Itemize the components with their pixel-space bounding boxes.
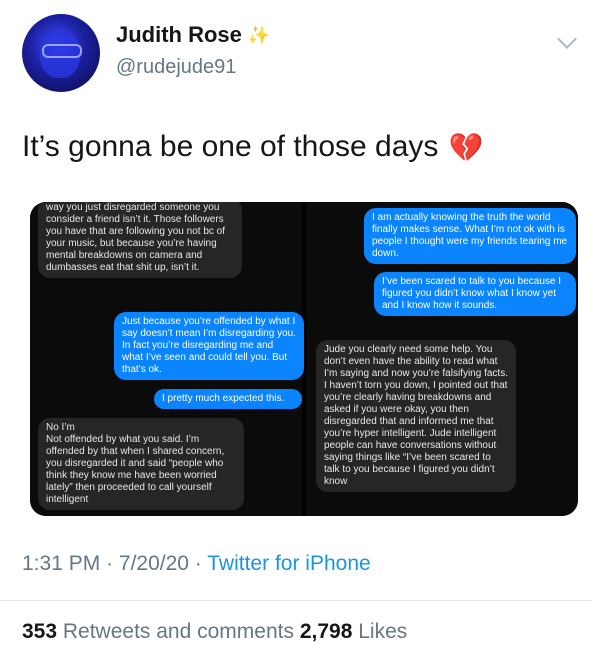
display-name[interactable]: Judith Rose (116, 22, 242, 48)
broken-heart-icon: 💔 (448, 131, 484, 163)
message-received: Jude you clearly need some help. You don… (316, 340, 516, 492)
likes-count[interactable]: 2,798 (300, 620, 353, 643)
message-sent: Just because you’re offended by what I s… (114, 312, 304, 380)
tweet-stats: 353 Retweets and comments 2,798 Likes (22, 620, 407, 644)
avatar-glasses (42, 44, 82, 58)
chevron-down-icon[interactable] (557, 29, 577, 49)
meta-separator: · (100, 552, 119, 575)
message-received: way you just disregarded someone you con… (38, 202, 242, 278)
tweet-source-link[interactable]: Twitter for iPhone (207, 552, 370, 575)
tweet-header: Judith Rose ✨ @rudejude91 (22, 14, 582, 94)
likes-label[interactable]: Likes (352, 620, 407, 643)
message-sent: I am actually knowing the truth the worl… (364, 208, 576, 264)
retweets-label[interactable]: Retweets and comments (57, 620, 300, 643)
name-row[interactable]: Judith Rose ✨ (116, 22, 270, 48)
tweet-body: It’s gonna be one of those days (22, 130, 439, 163)
message-sent: I’ve been scared to talk to you because … (374, 272, 576, 316)
tweet-time[interactable]: 1:31 PM (22, 552, 100, 575)
tweet-date[interactable]: 7/20/20 (119, 552, 189, 575)
avatar[interactable] (22, 14, 100, 92)
message-sent: I pretty much expected this. (154, 389, 302, 409)
tweet-media[interactable]: way you just disregarded someone you con… (30, 202, 578, 516)
meta-separator: · (188, 552, 208, 575)
tweet-text: It’s gonna be one of those days 💔 (22, 130, 483, 164)
retweets-count[interactable]: 353 (22, 620, 57, 643)
user-handle[interactable]: @rudejude91 (116, 56, 236, 79)
message-received: No I’m Not offended by what you said. I’… (38, 418, 244, 510)
screenshot-panel-right[interactable]: I am actually knowing the truth the worl… (306, 202, 578, 516)
sparkle-icon: ✨ (247, 24, 271, 45)
screenshot-panel-left[interactable]: way you just disregarded someone you con… (30, 202, 304, 516)
tweet-meta: 1:31 PM · 7/20/20 · Twitter for iPhone (22, 552, 371, 576)
divider (0, 600, 592, 601)
